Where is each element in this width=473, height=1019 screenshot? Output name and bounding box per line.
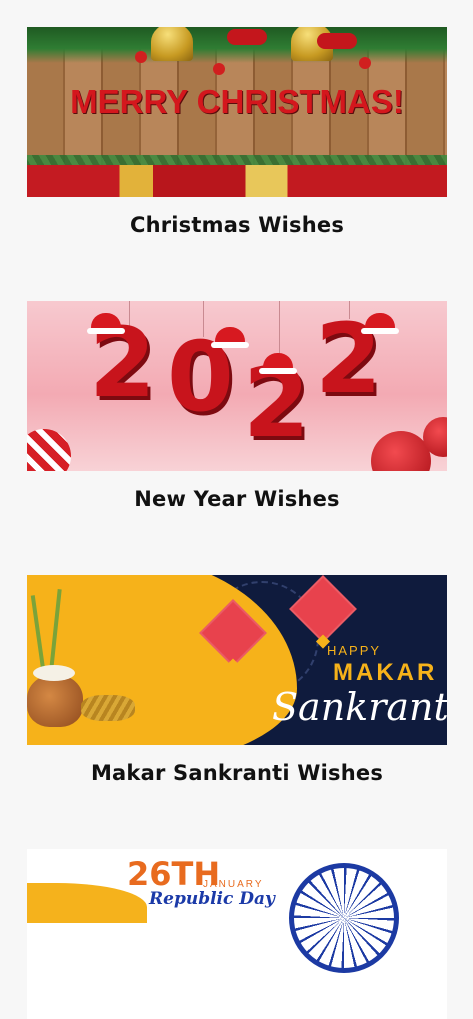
banner-makar-text: MAKAR xyxy=(333,659,438,686)
card-republic-day-wishes[interactable]: 26TH JANUARY Republic Day xyxy=(27,849,447,1019)
card-makar-sankranti-wishes[interactable]: HAPPY MAKAR Sankranti Makar Sankranti Wi… xyxy=(27,575,447,785)
clay-pot-icon xyxy=(27,665,83,727)
banner-subtitle-text: Republic Day xyxy=(149,889,275,909)
ornament-ball xyxy=(135,51,147,63)
ornament-ball xyxy=(371,431,431,471)
makar-sankranti-banner-image: HAPPY MAKAR Sankranti xyxy=(27,575,447,745)
banner-title: MERRY CHRISTMAS! xyxy=(70,83,404,120)
santa-hat-icon xyxy=(361,313,399,334)
christmas-banner-image: MERRY CHRISTMAS! xyxy=(27,27,447,197)
ornament-ball xyxy=(213,63,225,75)
card-caption: Makar Sankranti Wishes xyxy=(90,761,384,785)
banner-happy-text: HAPPY xyxy=(327,643,382,658)
ribbon-bow xyxy=(317,33,357,49)
card-new-year-wishes[interactable]: 2 0 2 2 2022 New Year Wishes xyxy=(27,301,447,511)
banner-sankranti-text: Sankranti xyxy=(272,685,447,729)
ribbon-bow xyxy=(227,29,267,45)
wheat-icon xyxy=(81,695,135,721)
ornament-ball xyxy=(27,429,71,471)
card-christmas-wishes[interactable]: MERRY CHRISTMAS! Christmas Wishes xyxy=(27,27,447,237)
new-year-banner-image: 2 0 2 2 2022 xyxy=(27,301,447,471)
card-caption: New Year Wishes xyxy=(134,487,340,511)
gift-boxes xyxy=(27,165,447,197)
ashoka-chakra-icon xyxy=(289,863,399,973)
card-caption: Christmas Wishes xyxy=(129,213,345,237)
ornament-ball xyxy=(359,57,371,69)
bell-icon xyxy=(151,27,193,61)
santa-hat-icon xyxy=(211,327,249,348)
republic-day-banner-image: 26TH JANUARY Republic Day xyxy=(27,849,447,1019)
